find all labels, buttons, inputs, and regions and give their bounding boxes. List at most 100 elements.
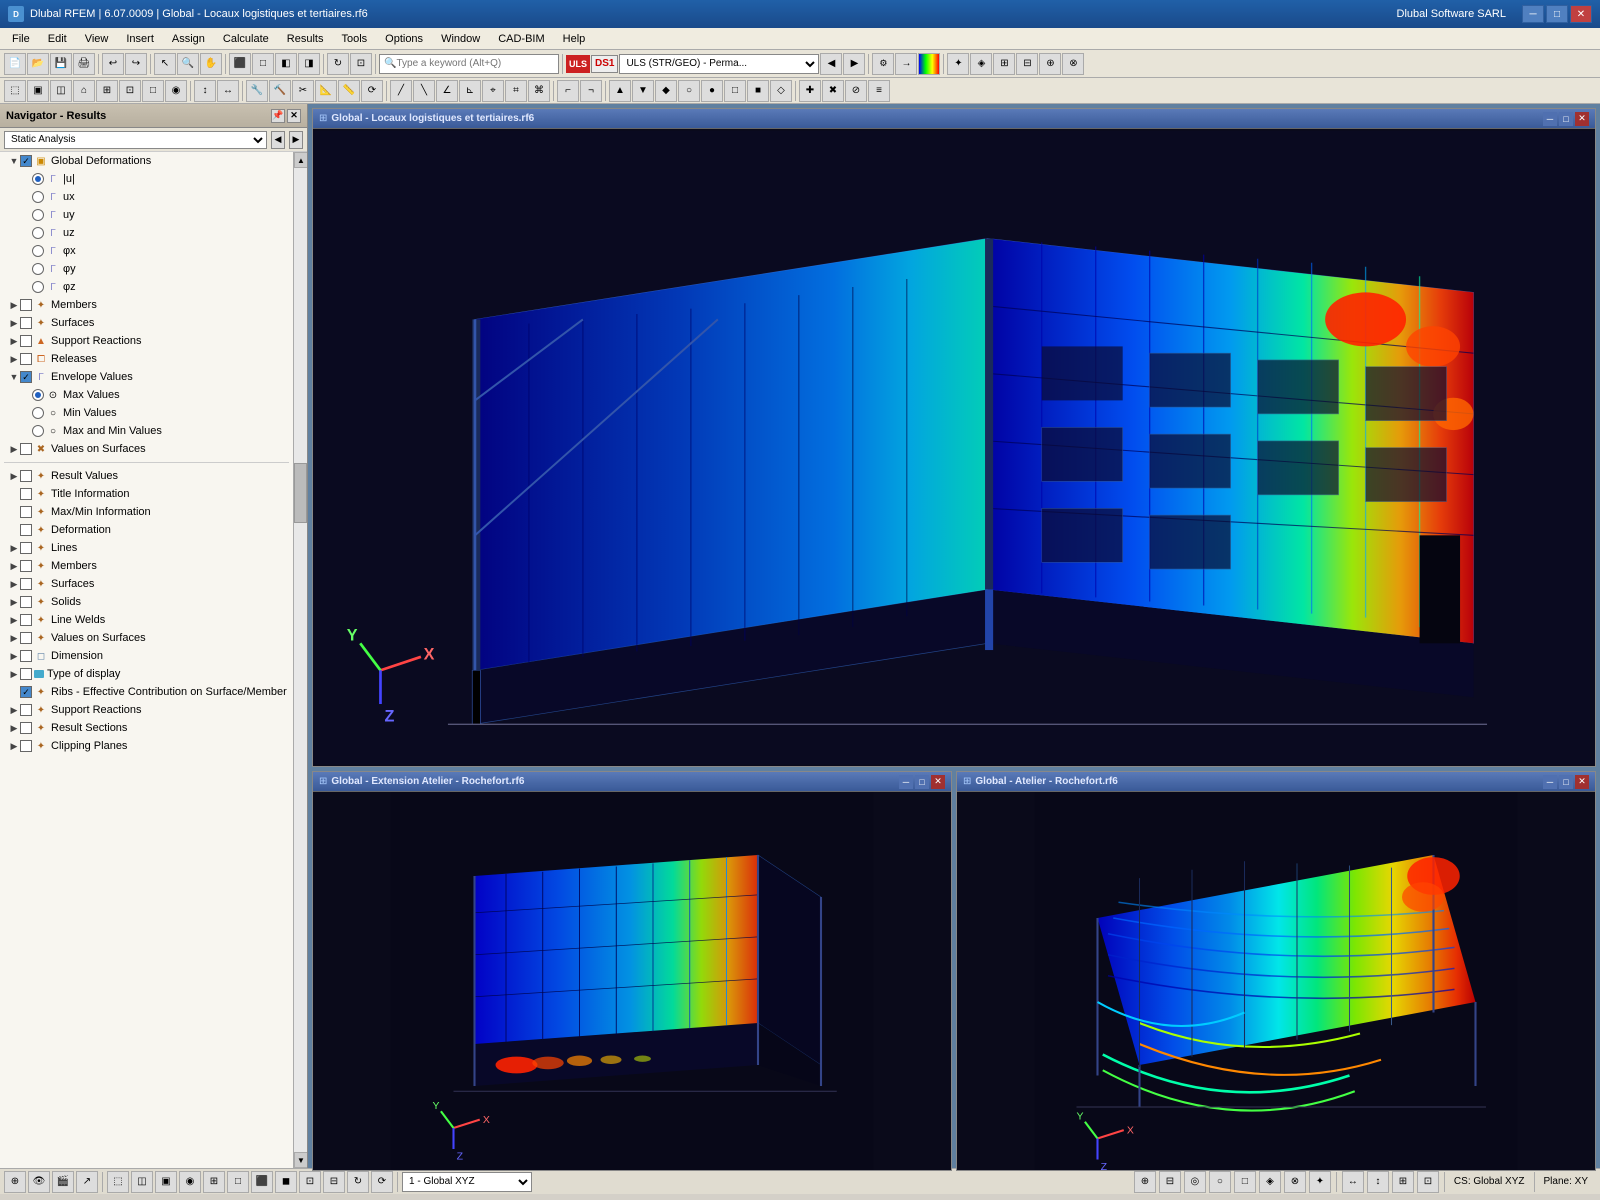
tb2-36[interactable]: ⊘	[845, 80, 867, 102]
tb2-20[interactable]: ⊾	[459, 80, 481, 102]
checkbox-mmi[interactable]	[20, 506, 32, 518]
tree-title-info[interactable]: ✦ Title Information	[0, 485, 293, 503]
view-combo[interactable]: 1 - Global XYZ	[402, 1172, 532, 1192]
tree-surfaces[interactable]: ▶ ✦ Surfaces	[0, 314, 293, 332]
tb2-10[interactable]: ↔	[217, 80, 239, 102]
print-btn[interactable]: 🖨	[73, 53, 95, 75]
checkbox-members[interactable]	[20, 299, 32, 311]
expand-vs-icon[interactable]: ▶	[8, 443, 20, 455]
rbt-8[interactable]: ✦	[1309, 1171, 1331, 1193]
tb2-5[interactable]: ⊞	[96, 80, 118, 102]
tb2-23[interactable]: ⌘	[528, 80, 550, 102]
tb2-15[interactable]: 📏	[338, 80, 360, 102]
tree-envelope[interactable]: ▼ ✓ Γ Envelope Values	[0, 368, 293, 386]
expand-def-icon[interactable]	[8, 524, 20, 536]
expand-mmi-icon[interactable]	[8, 506, 20, 518]
expand-rs-icon[interactable]: ▶	[8, 722, 20, 734]
checkbox-lines[interactable]	[20, 542, 32, 554]
tree-surfaces2[interactable]: ▶ ✦ Surfaces	[0, 575, 293, 593]
checkbox-vs[interactable]	[20, 443, 32, 455]
undo-btn[interactable]: ↩	[102, 53, 124, 75]
tree-uy[interactable]: Γ uy	[0, 206, 293, 224]
expand-support-icon[interactable]: ▶	[8, 335, 20, 347]
misc2-btn[interactable]: ◈	[970, 53, 992, 75]
expand-td-icon[interactable]: ▶	[8, 668, 20, 680]
bt-13[interactable]: ⊡	[299, 1171, 321, 1193]
tb2-1[interactable]: ⬚	[4, 80, 26, 102]
close-button[interactable]: ✕	[1570, 5, 1592, 23]
mw-br-max[interactable]: □	[1559, 775, 1573, 789]
expand-sup2-icon[interactable]: ▶	[8, 704, 20, 716]
radio-max-min-values[interactable]	[32, 425, 44, 437]
checkbox-dim[interactable]	[20, 650, 32, 662]
misc4-btn[interactable]: ⊟	[1016, 53, 1038, 75]
menu-edit[interactable]: Edit	[40, 31, 75, 47]
next-case-btn[interactable]: ▶	[843, 53, 865, 75]
radio-phiz[interactable]	[32, 281, 44, 293]
viewxz-btn[interactable]: ◧	[275, 53, 297, 75]
checkbox-sol[interactable]	[20, 596, 32, 608]
nav-pin-btn[interactable]: 📌	[271, 109, 285, 123]
rbt-2[interactable]: ⊟	[1159, 1171, 1181, 1193]
expand-m2-icon[interactable]: ▶	[8, 560, 20, 572]
radio-uy[interactable]	[32, 209, 44, 221]
scroll-up-btn[interactable]: ▲	[294, 152, 307, 168]
tree-dimension[interactable]: ▶ ◻ Dimension	[0, 647, 293, 665]
new-btn[interactable]: 📄	[4, 53, 26, 75]
tree-solids[interactable]: ▶ ✦ Solids	[0, 593, 293, 611]
bt-11[interactable]: ⬛	[251, 1171, 273, 1193]
nav-close-btn[interactable]: ✕	[287, 109, 301, 123]
results-settings-btn[interactable]: ⚙	[872, 53, 894, 75]
tree-values-surfaces[interactable]: ▶ ✖ Values on Surfaces	[0, 440, 293, 458]
tree-min-values[interactable]: ○ Min Values	[0, 404, 293, 422]
tree-max-min-values[interactable]: ○ Max and Min Values	[0, 422, 293, 440]
load-case-combo[interactable]: ULS (STR/GEO) - Perma...	[619, 54, 819, 74]
bt-icon1[interactable]: ⊕	[4, 1171, 26, 1193]
menu-help[interactable]: Help	[555, 31, 594, 47]
viewxy-btn[interactable]: □	[252, 53, 274, 75]
checkbox-lw[interactable]	[20, 614, 32, 626]
scroll-track[interactable]	[294, 168, 307, 1152]
bt-16[interactable]: ⟳	[371, 1171, 393, 1193]
mw-br-canvas[interactable]: X Y Z	[957, 792, 1595, 1170]
tb2-2[interactable]: ▣	[27, 80, 49, 102]
tree-result-sections[interactable]: ▶ ✦ Result Sections	[0, 719, 293, 737]
tree-ribs[interactable]: ✓ ✦ Ribs - Effective Contribution on Sur…	[0, 683, 293, 701]
menu-tools[interactable]: Tools	[333, 31, 375, 47]
checkbox-global-deformations[interactable]: ✓	[20, 155, 32, 167]
scroll-down-btn[interactable]: ▼	[294, 1152, 307, 1168]
expand-lines-icon[interactable]: ▶	[8, 542, 20, 554]
expand-s2-icon[interactable]: ▶	[8, 578, 20, 590]
checkbox-rs[interactable]	[20, 722, 32, 734]
checkbox-releases[interactable]	[20, 353, 32, 365]
search-input[interactable]	[396, 58, 546, 69]
save-btn[interactable]: 💾	[50, 53, 72, 75]
expand-vs2-icon[interactable]: ▶	[8, 632, 20, 644]
mw-top-max[interactable]: □	[1559, 112, 1573, 126]
tb2-3[interactable]: ◫	[50, 80, 72, 102]
tree-phiz[interactable]: Γ φz	[0, 278, 293, 296]
menu-calculate[interactable]: Calculate	[215, 31, 277, 47]
radio-min-values[interactable]	[32, 407, 44, 419]
tb2-24[interactable]: ⌐	[557, 80, 579, 102]
tree-releases[interactable]: ▶ ⧠ Releases	[0, 350, 293, 368]
checkbox-vs2[interactable]	[20, 632, 32, 644]
radio-ux[interactable]	[32, 191, 44, 203]
tree-deformation[interactable]: ✦ Deformation	[0, 521, 293, 539]
tb2-31[interactable]: □	[724, 80, 746, 102]
tb2-18[interactable]: ╲	[413, 80, 435, 102]
rbt-1[interactable]: ⊕	[1134, 1171, 1156, 1193]
tb2-12[interactable]: 🔨	[269, 80, 291, 102]
expand-releases-icon[interactable]: ▶	[8, 353, 20, 365]
expand-ribs-icon[interactable]	[8, 686, 20, 698]
tb2-30[interactable]: ●	[701, 80, 723, 102]
fit-btn[interactable]: ⊡	[350, 53, 372, 75]
tb2-11[interactable]: 🔧	[246, 80, 268, 102]
checkbox-envelope[interactable]: ✓	[20, 371, 32, 383]
checkbox-def[interactable]	[20, 524, 32, 536]
zoom-btn[interactable]: 🔍	[177, 53, 199, 75]
mw-bl-min[interactable]: ─	[899, 775, 913, 789]
maximize-button[interactable]: □	[1546, 5, 1568, 23]
menu-file[interactable]: File	[4, 31, 38, 47]
nav-prev-btn[interactable]: ◀	[271, 131, 285, 149]
